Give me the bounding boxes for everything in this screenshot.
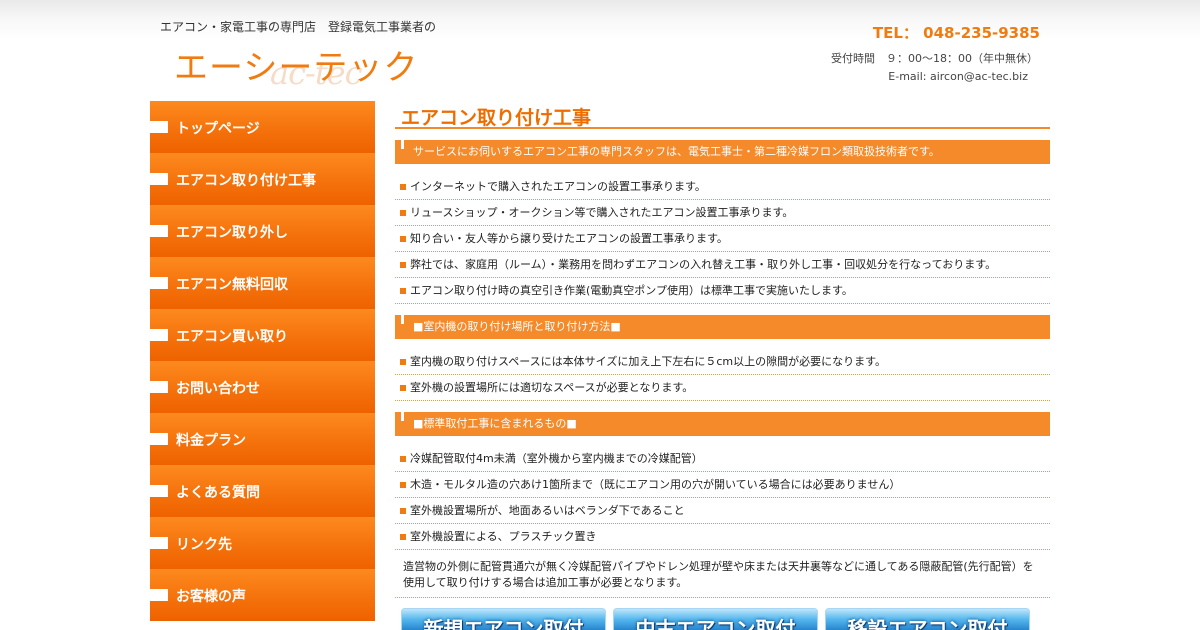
concealed-piping-note: 造営物の外側に配管貫通穴が無く冷媒配管パイプやドレン処理が壁や床または天井裏等な… [395,550,1050,598]
bullet-icon [400,482,406,488]
used-install-button[interactable]: 中古エアコン取付 [613,608,818,630]
bullet-icon [400,288,406,294]
sidebar-item-label: お客様の声 [176,589,246,605]
contact-email: E-mail: aircon@ac-tec.biz [888,70,1028,83]
sidebar-item-links[interactable]: リンク先 [150,517,375,569]
note-line: 造営物の外側に配管貫通穴が無く冷媒配管パイプやドレン処理が壁や床または天井裏等な… [403,560,1034,573]
list-item: 知り合い・友人等から譲り受けたエアコンの設置工事承ります。 [395,226,1050,252]
business-hours: 受付時間 ９：00～18：00（年中無休） [831,52,1038,65]
indoor-unit-list: 室内機の取り付けスペースには本体サイズに加え上下左右に５cm以上の隙間が必要にな… [395,349,1050,401]
phone-number: TEL： 048-235-9385 [872,24,1040,42]
list-item-text: 室内機の取り付けスペースには本体サイズに加え上下左右に５cm以上の隙間が必要にな… [410,355,887,368]
section-bar-text: ■標準取付工事に含まれるもの■ [413,417,577,430]
sidebar-item-label: エアコン買い取り [176,329,288,345]
list-item: 室外機の設置場所には適切なスペースが必要となります。 [395,375,1050,401]
bullet-icon [400,184,406,190]
bullet-icon [400,359,406,365]
sidebar-item-faq[interactable]: よくある質問 [150,465,375,517]
bullet-icon [400,508,406,514]
list-item: 弊社では、家庭用（ルーム）・業務用を問わずエアコンの入れ替え工事・取り外し工事・… [395,252,1050,278]
nav-marker-icon [150,433,168,445]
bullet-icon [400,534,406,540]
list-item: 冷媒配管取付4m未満（室外機から室内機までの冷媒配管） [395,446,1050,472]
nav-marker-icon [150,329,168,341]
service-list: インターネットで購入されたエアコンの設置工事承ります。 リュースショップ・オーク… [395,174,1050,304]
section-bar-text: ■室内機の取り付け場所と取り付け方法■ [413,320,621,333]
nav-marker-icon [150,381,168,393]
page-title: エアコン取り付け工事 [395,101,1050,129]
list-item: 室外機設置による、プラスチック置き [395,524,1050,550]
sidebar-item-top[interactable]: トップページ [150,101,375,153]
bullet-icon [400,210,406,216]
nav-marker-icon [150,485,168,497]
nav-marker-icon [150,589,168,601]
list-item: インターネットで購入されたエアコンの設置工事承ります。 [395,174,1050,200]
sidebar-item-label: エアコン取り付け工事 [176,173,316,189]
site-tagline: エアコン・家電工事の専門店 登録電気工事業者の [160,20,437,34]
new-install-button[interactable]: 新規エアコン取付 [401,608,606,630]
sidebar-item-label: お問い合わせ [176,381,260,397]
intro-bar: サービスにお伺いするエアコン工事の専門スタッフは、電気工事士・第二種冷媒フロン類… [395,140,1050,164]
sidebar-item-pricing[interactable]: 料金プラン [150,413,375,465]
sidebar-item-label: トップページ [176,121,260,137]
list-item-text: インターネットで購入されたエアコンの設置工事承ります。 [410,180,706,193]
nav-marker-icon [150,121,168,133]
list-item-text: 弊社では、家庭用（ルーム）・業務用を問わずエアコンの入れ替え工事・取り外し工事・… [410,258,997,271]
standard-work-list: 冷媒配管取付4m未満（室外機から室内機までの冷媒配管） 木造・モルタル造の穴あけ… [395,446,1050,550]
page-container: エアコン・家電工事の専門店 登録電気工事業者の ac-tec エーシーテック T… [150,0,1050,630]
bullet-icon [400,456,406,462]
intro-bar-text: サービスにお伺いするエアコン工事の専門スタッフは、電気工事士・第二種冷媒フロン類… [413,145,940,158]
list-item-text: 知り合い・友人等から譲り受けたエアコンの設置工事承ります。 [410,232,728,245]
bullet-icon [400,262,406,268]
list-item: 室内機の取り付けスペースには本体サイズに加え上下左右に５cm以上の隙間が必要にな… [395,349,1050,375]
sidebar-item-removal[interactable]: エアコン取り外し [150,205,375,257]
install-type-buttons: 新規エアコン取付 中古エアコン取付 移設エアコン取付 [395,608,1050,630]
sidebar-item-label: エアコン無料回収 [176,277,288,293]
list-item-text: 室外機設置による、プラスチック置き [410,530,597,543]
list-item-text: 室外機設置場所が、地面あるいはベランダ下であること [410,504,685,517]
bar-tick-icon [401,140,404,149]
nav-marker-icon [150,537,168,549]
note-line: 使用して取り付けする場合は追加工事が必要となります。 [403,576,688,589]
sidebar-item-installation[interactable]: エアコン取り付け工事 [150,153,375,205]
list-item: リュースショップ・オークション等で購入されたエアコン設置工事承ります。 [395,200,1050,226]
relocation-install-button[interactable]: 移設エアコン取付 [825,608,1030,630]
list-item: エアコン取り付け時の真空引き作業(電動真空ポンプ使用）は標準工事で実施いたします… [395,278,1050,304]
logo-text: エーシーテック [174,48,419,88]
list-item-text: エアコン取り付け時の真空引き作業(電動真空ポンプ使用）は標準工事で実施いたします… [410,284,853,297]
main-content: エアコン取り付け工事 サービスにお伺いするエアコン工事の専門スタッフは、電気工事… [395,101,1050,630]
sidebar-item-label: リンク先 [176,537,232,553]
sidebar-item-contact[interactable]: お問い合わせ [150,361,375,413]
section-bar-standard-work: ■標準取付工事に含まれるもの■ [395,412,1050,436]
list-item-text: 木造・モルタル造の穴あけ1箇所まで（既にエアコン用の穴が開いている場合には必要あ… [410,478,901,491]
sidebar-item-label: よくある質問 [176,485,260,501]
sidebar-item-free-collection[interactable]: エアコン無料回収 [150,257,375,309]
nav-marker-icon [150,277,168,289]
list-item-text: リュースショップ・オークション等で購入されたエアコン設置工事承ります。 [410,206,794,219]
list-item-text: 冷媒配管取付4m未満（室外機から室内機までの冷媒配管） [410,452,703,465]
bullet-icon [400,236,406,242]
sidebar-item-testimonials[interactable]: お客様の声 [150,569,375,621]
section-bar-indoor-unit: ■室内機の取り付け場所と取り付け方法■ [395,315,1050,339]
sidebar-nav: トップページ エアコン取り付け工事 エアコン取り外し エアコン無料回収 エアコン… [150,101,375,621]
sidebar-item-buyback[interactable]: エアコン買い取り [150,309,375,361]
bar-tick-icon [401,315,404,324]
sidebar-item-label: エアコン取り外し [176,225,288,241]
site-logo[interactable]: ac-tec エーシーテック [174,40,424,92]
bar-tick-icon [401,412,404,421]
bullet-icon [400,385,406,391]
nav-marker-icon [150,173,168,185]
nav-marker-icon [150,225,168,237]
list-item: 木造・モルタル造の穴あけ1箇所まで（既にエアコン用の穴が開いている場合には必要あ… [395,472,1050,498]
list-item-text: 室外機の設置場所には適切なスペースが必要となります。 [410,381,694,394]
list-item: 室外機設置場所が、地面あるいはベランダ下であること [395,498,1050,524]
sidebar-item-label: 料金プラン [176,433,246,449]
